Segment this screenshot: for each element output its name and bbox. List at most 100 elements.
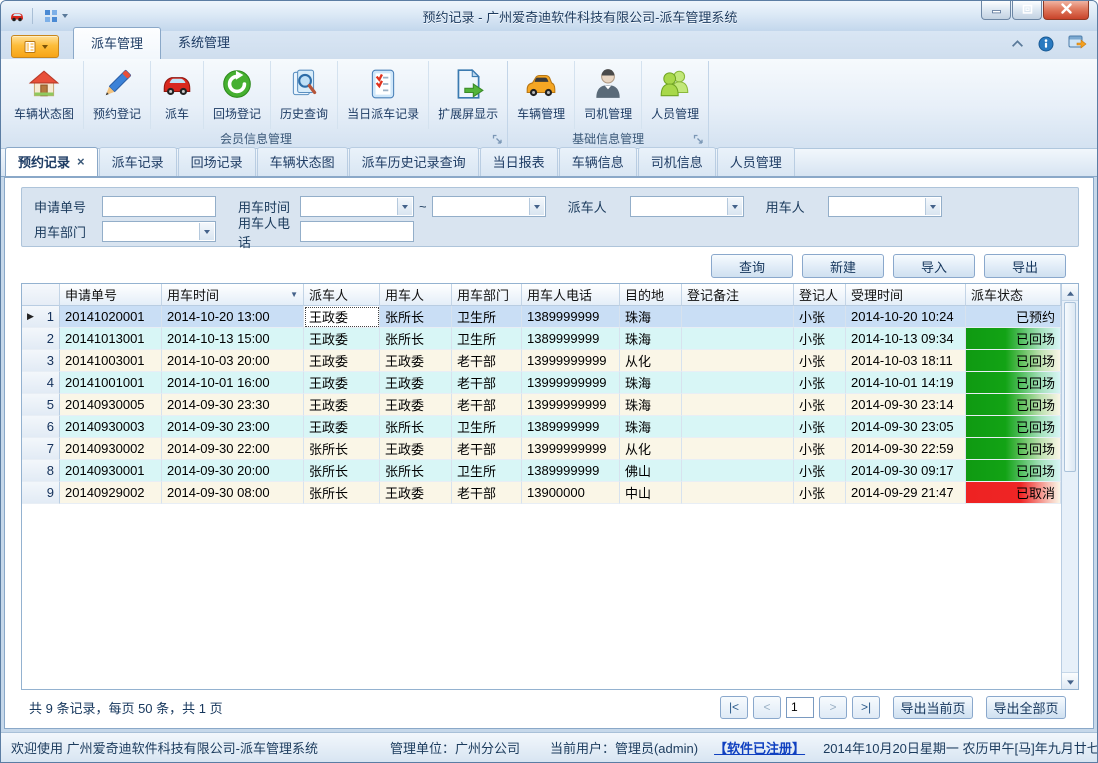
grid-cell[interactable]: 20141013001 [60,328,162,350]
filter-combo[interactable] [828,196,942,217]
grid-cell[interactable]: 2014-09-30 22:59 [846,438,966,460]
grid-cell[interactable]: 小张 [794,328,846,350]
doc-tab[interactable]: 车辆状态图 [257,147,348,176]
grid-cell[interactable]: 珠海 [620,372,682,394]
ribbon-tab[interactable]: 派车管理 [73,27,161,59]
ribbon-button[interactable]: 司机管理 [575,61,642,129]
filter-input[interactable] [300,221,414,242]
grid-cell[interactable]: 13900000 [522,482,620,504]
minimize-button[interactable] [981,1,1011,20]
grid-cell[interactable]: 2014-10-01 16:00 [162,372,304,394]
grid-cell[interactable]: 老干部 [452,438,522,460]
collapse-ribbon-icon[interactable] [1011,35,1024,53]
filter-input[interactable] [102,196,216,217]
grid-cell[interactable]: 2014-10-20 13:00 [162,306,304,328]
grid-row[interactable]: ▶1201410200012014-10-20 13:00王政委张所长卫生所13… [22,306,1061,328]
status-cell[interactable]: 已回场 [966,328,1061,350]
quick-access-layout-button[interactable] [40,6,71,26]
grid-cell[interactable]: 珠海 [620,328,682,350]
action-button[interactable]: 查询 [711,254,793,278]
grid-row[interactable]: 4201410010012014-10-01 16:00王政委王政委老干部139… [22,372,1061,394]
grid-cell[interactable]: 13999999999 [522,438,620,460]
status-cell[interactable]: 已取消 [966,482,1061,504]
doc-tab[interactable]: 派车历史记录查询 [349,147,479,176]
column-header[interactable]: 目的地 [620,284,682,306]
chevron-down-icon[interactable] [397,198,412,215]
grid-cell[interactable]: 1389999999 [522,306,620,328]
doc-tab[interactable]: 当日报表 [480,147,558,176]
grid-cell[interactable]: 王政委 [304,306,380,328]
grid-row[interactable]: 9201409290022014-09-30 08:00张所长王政委老干部139… [22,482,1061,504]
ribbon-button[interactable]: 车辆状态图 [5,61,84,129]
grid-cell[interactable] [682,460,794,482]
grid-cell[interactable]: 2014-09-30 22:00 [162,438,304,460]
grid-cell[interactable]: 13999999999 [522,372,620,394]
prev-page-button[interactable]: < [753,696,781,719]
grid-cell[interactable]: 王政委 [304,394,380,416]
row-indicator[interactable]: 4 [22,372,60,394]
status-cell[interactable]: 已回场 [966,460,1061,482]
grid-cell[interactable]: 2014-09-29 21:47 [846,482,966,504]
status-cell[interactable]: 已回场 [966,372,1061,394]
maximize-button[interactable] [1012,1,1042,20]
grid-cell[interactable] [682,394,794,416]
grid-cell[interactable]: 王政委 [304,328,380,350]
column-header[interactable]: 登记备注 [682,284,794,306]
grid-cell[interactable]: 2014-10-20 10:24 [846,306,966,328]
row-indicator[interactable]: 5 [22,394,60,416]
ribbon-button[interactable]: 当日派车记录 [338,61,429,129]
status-cell[interactable]: 已预约 [966,306,1061,328]
column-header[interactable]: 用车时间▼ [162,284,304,306]
sort-descending-icon[interactable]: ▼ [290,290,298,299]
grid-cell[interactable] [682,350,794,372]
ribbon-button[interactable]: 人员管理 [642,61,708,129]
scrollbar-thumb[interactable] [1064,302,1076,472]
chevron-down-icon[interactable] [727,198,742,215]
grid-cell[interactable] [682,438,794,460]
chevron-down-icon[interactable] [199,223,214,240]
grid-cell[interactable]: 2014-09-30 23:30 [162,394,304,416]
row-indicator[interactable]: 3 [22,350,60,372]
grid-cell[interactable] [682,372,794,394]
scroll-up-button[interactable] [1062,284,1078,301]
doc-tab[interactable]: 回场记录 [178,147,256,176]
grid-cell[interactable]: 小张 [794,460,846,482]
ribbon-button[interactable]: 预约登记 [84,61,151,129]
grid-cell[interactable]: 2014-09-30 09:17 [846,460,966,482]
grid-row[interactable]: 8201409300012014-09-30 20:00张所长张所长卫生所138… [22,460,1061,482]
grid-cell[interactable]: 珠海 [620,394,682,416]
grid-cell[interactable]: 王政委 [304,372,380,394]
grid-row[interactable]: 7201409300022014-09-30 22:00张所长王政委老干部139… [22,438,1061,460]
export-all-pages-button[interactable]: 导出全部页 [986,696,1066,719]
status-cell[interactable]: 已回场 [966,394,1061,416]
grid-cell[interactable] [682,328,794,350]
grid-cell[interactable]: 2014-09-30 08:00 [162,482,304,504]
grid-cell[interactable]: 卫生所 [452,460,522,482]
action-button[interactable]: 导入 [893,254,975,278]
doc-tab[interactable]: 派车记录 [99,147,177,176]
grid-scrollbar[interactable] [1061,284,1078,689]
grid-cell[interactable]: 2014-09-30 23:00 [162,416,304,438]
grid-cell[interactable]: 张所长 [380,328,452,350]
grid-cell[interactable]: 20140930005 [60,394,162,416]
grid-cell[interactable] [682,306,794,328]
grid-cell[interactable]: 1389999999 [522,416,620,438]
grid-cell[interactable]: 王政委 [304,350,380,372]
filter-combo[interactable] [630,196,744,217]
grid-cell[interactable]: 老干部 [452,394,522,416]
grid-cell[interactable]: 2014-10-13 09:34 [846,328,966,350]
grid-cell[interactable]: 小张 [794,372,846,394]
status-cell[interactable]: 已回场 [966,350,1061,372]
grid-cell[interactable]: 小张 [794,394,846,416]
doc-tab[interactable]: 司机信息 [638,147,716,176]
ribbon-button[interactable]: 扩展屏显示 [429,61,507,129]
column-header[interactable]: 受理时间 [846,284,966,306]
grid-cell[interactable]: 王政委 [380,438,452,460]
grid-cell[interactable]: 小张 [794,350,846,372]
grid-cell[interactable]: 从化 [620,350,682,372]
last-page-button[interactable]: >| [852,696,880,719]
doc-tab[interactable]: 车辆信息 [559,147,637,176]
grid-cell[interactable] [682,482,794,504]
license-registered-link[interactable]: 【软件已注册】 [714,738,805,757]
column-header[interactable]: 登记人 [794,284,846,306]
